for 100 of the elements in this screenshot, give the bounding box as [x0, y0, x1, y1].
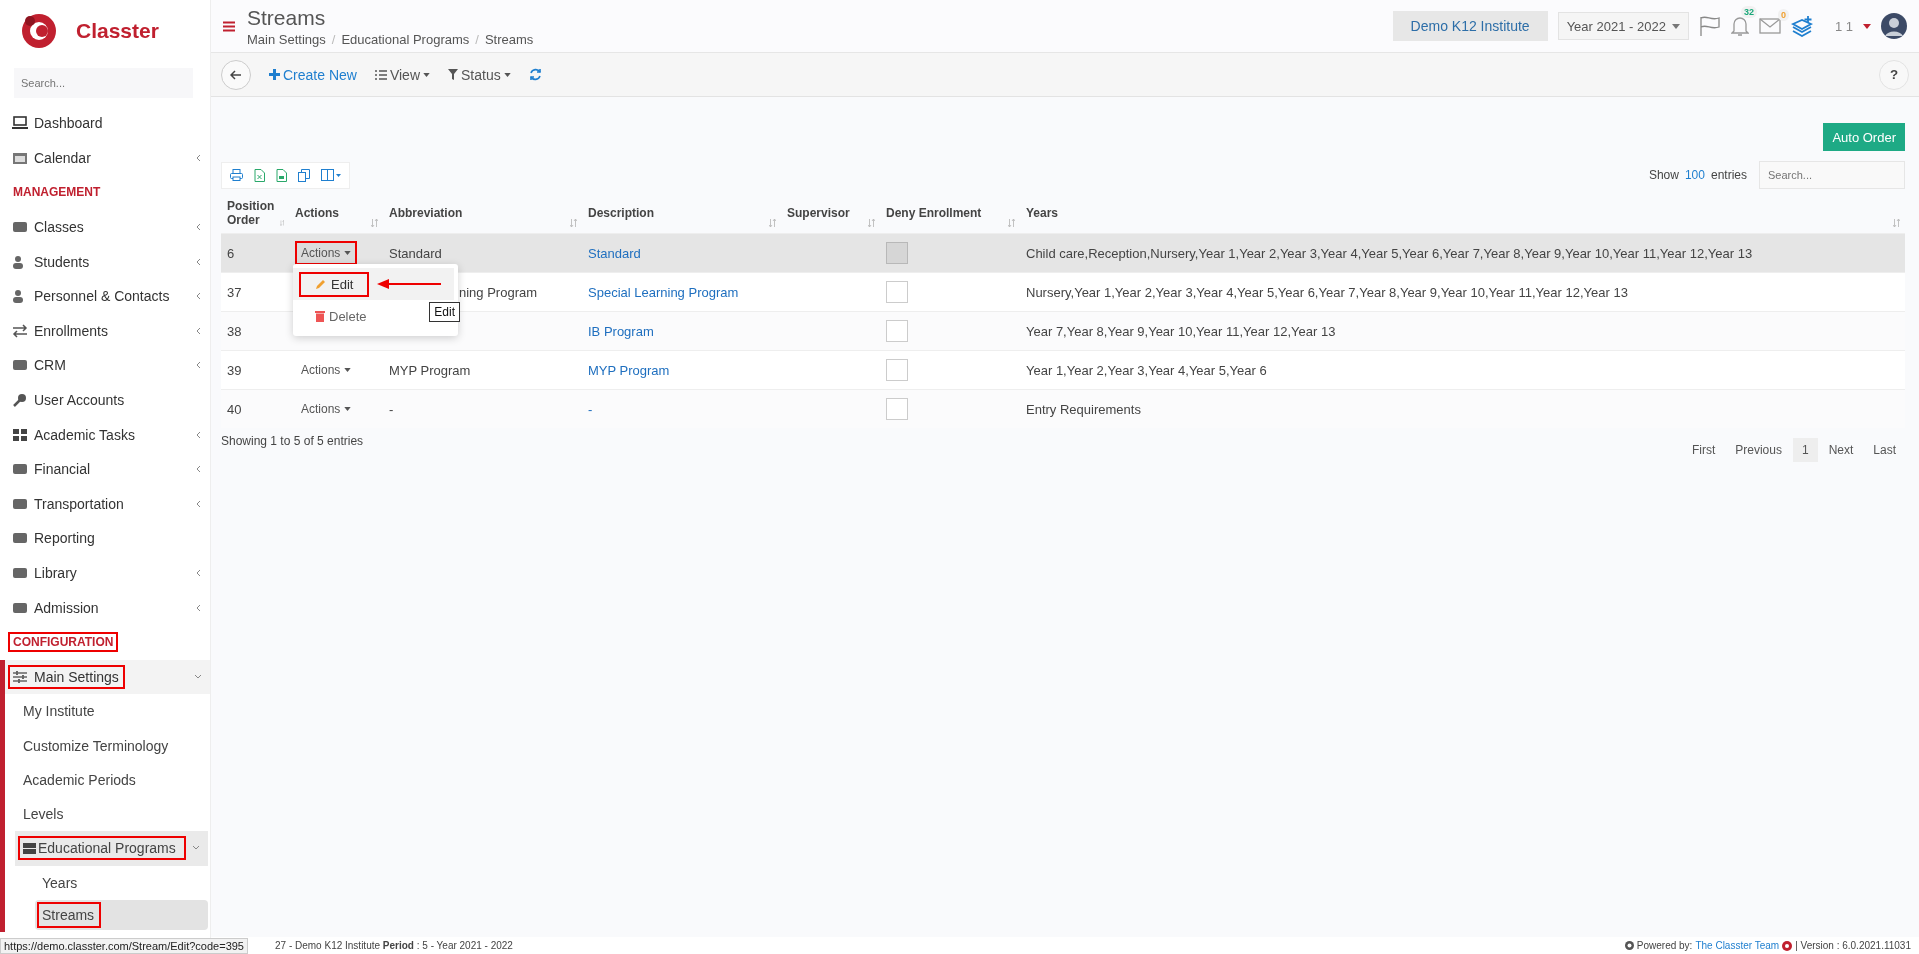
- menu-item[interactable]: Financial: [0, 451, 210, 487]
- checkbox[interactable]: [886, 242, 908, 264]
- section-heading: MANAGEMENT: [12, 184, 102, 202]
- column-header[interactable]: Description: [588, 206, 654, 220]
- trash-icon: [315, 310, 325, 322]
- column-header[interactable]: Actions: [295, 206, 339, 220]
- actions-dropdown[interactable]: Actions: [295, 358, 358, 382]
- submenu-item[interactable]: Customize Terminology: [5, 728, 210, 763]
- pagination-button[interactable]: First: [1682, 438, 1725, 462]
- csv-file-icon[interactable]: [276, 168, 287, 182]
- institute-button[interactable]: Demo K12 Institute: [1392, 11, 1548, 41]
- breadcrumb-link[interactable]: Educational Programs: [341, 31, 470, 47]
- checkbox[interactable]: [886, 281, 908, 303]
- sliders-icon: [12, 669, 28, 684]
- chevron-icon: [194, 223, 202, 232]
- years-cell: Year 7,Year 8,Year 9,Year 10,Year 11,Year 12,Year 13: [1026, 323, 1336, 339]
- table-search-field[interactable]: Search...: [1759, 161, 1905, 189]
- sort-icon[interactable]: [279, 219, 284, 227]
- actions-dropdown[interactable]: Actions: [295, 397, 358, 421]
- calendar-icon: [12, 150, 28, 165]
- description-link[interactable]: -: [588, 401, 593, 417]
- key-icon: [12, 393, 28, 408]
- breadcrumb-link[interactable]: Streams: [484, 31, 534, 47]
- layers-icon[interactable]: [1790, 15, 1813, 37]
- actions-dropdown[interactable]: Actions: [295, 241, 358, 265]
- menu-item[interactable]: Transportation: [0, 486, 210, 522]
- menu-item[interactable]: Academic Tasks: [0, 417, 210, 452]
- position-cell: 38: [227, 323, 242, 339]
- refresh-icon[interactable]: [528, 68, 542, 81]
- submenu-item[interactable]: Levels: [5, 797, 210, 832]
- menu-item[interactable]: Library: [0, 555, 210, 591]
- show-label: Show: [1648, 168, 1679, 182]
- menu-item[interactable]: Students: [0, 244, 210, 279]
- sort-icon[interactable]: [1008, 219, 1015, 227]
- sort-icon[interactable]: [868, 219, 875, 227]
- submenu-item[interactable]: Educational Programs: [15, 831, 208, 866]
- breadcrumb-link[interactable]: Main Settings: [247, 31, 326, 47]
- tooltip: Edit: [429, 302, 460, 322]
- submenu-item[interactable]: Streams: [35, 899, 208, 930]
- menu-icon[interactable]: [223, 20, 235, 32]
- team-link[interactable]: The Classter Team: [1695, 940, 1780, 951]
- bell-icon[interactable]: [1730, 15, 1749, 37]
- chevron-icon: [194, 257, 202, 266]
- menu-item[interactable]: Personnel & Contacts: [0, 278, 210, 314]
- chevron-icon: [194, 361, 202, 370]
- columns-icon[interactable]: [321, 169, 341, 181]
- create-new-button[interactable]: Create New: [269, 66, 357, 83]
- pagination-button[interactable]: Previous: [1726, 438, 1791, 462]
- table-row[interactable]: 39 Actions MYP Program MYP Program Year 1,Year 2,Year 3,Year 4,Year 5,Year 6: [221, 350, 1905, 389]
- table-row[interactable]: 6 Actions Standard Standard Child care,Reception,Nursery,Year 1,Year 2,Year 3,Year 4,Year 5,Year 6,Year 7,Year 8,Year 9,Year 10,Year 11,Year 12,Year 13: [221, 233, 1905, 272]
- mail-icon[interactable]: [1758, 18, 1781, 34]
- abbreviation-cell: ning Program: [459, 284, 538, 300]
- pagination-button[interactable]: 1: [1792, 438, 1818, 462]
- column-header[interactable]: Years: [1026, 206, 1059, 220]
- checkbox[interactable]: [886, 398, 908, 420]
- submenu-item[interactable]: Years: [35, 867, 208, 898]
- description-link[interactable]: IB Program: [588, 323, 654, 339]
- menu-item[interactable]: Classes: [0, 209, 210, 245]
- edit-menu-item[interactable]: Edit: [299, 271, 370, 297]
- logo-icon: [1782, 940, 1793, 951]
- submenu-item[interactable]: Academic Periods: [5, 762, 210, 797]
- menu-item[interactable]: Calendar: [0, 140, 210, 176]
- back-button[interactable]: [221, 59, 251, 90]
- column-header[interactable]: Position Order: [227, 199, 280, 227]
- logo-text: Classter: [76, 19, 159, 43]
- view-dropdown[interactable]: View: [374, 66, 430, 83]
- menu-item[interactable]: Admission: [0, 590, 210, 625]
- sort-icon[interactable]: [769, 219, 776, 227]
- menu-item[interactable]: Reporting: [0, 521, 210, 556]
- caret-icon: [1671, 23, 1680, 29]
- spreadsheet-icon[interactable]: [254, 168, 265, 182]
- flag-icon[interactable]: [1698, 15, 1721, 37]
- pagination-button[interactable]: Next: [1819, 438, 1863, 462]
- menu-item[interactable]: Main Settings: [0, 659, 210, 695]
- sort-icon[interactable]: [570, 219, 577, 227]
- year-dropdown[interactable]: Year 2021 - 2022: [1557, 12, 1689, 40]
- copy-icon[interactable]: [298, 168, 310, 182]
- column-header[interactable]: Deny Enrollment: [886, 206, 982, 220]
- checkbox[interactable]: [886, 359, 908, 381]
- menu-item[interactable]: CRM: [0, 348, 210, 383]
- help-button[interactable]: ?: [1879, 59, 1909, 90]
- sort-icon[interactable]: [1893, 219, 1900, 227]
- checkbox[interactable]: [886, 320, 908, 342]
- submenu-item[interactable]: My Institute: [5, 694, 210, 729]
- status-dropdown[interactable]: Status: [448, 66, 511, 83]
- menu-item[interactable]: Enrollments: [0, 313, 210, 349]
- breadcrumb-separator: /: [475, 31, 479, 47]
- search-field[interactable]: Search...: [14, 68, 193, 98]
- section-heading: CONFIGURATION: [8, 632, 119, 653]
- pagination-button[interactable]: Last: [1864, 438, 1905, 462]
- column-header[interactable]: Abbreviation: [389, 206, 463, 220]
- menu-item[interactable]: Dashboard: [0, 106, 210, 141]
- sort-icon[interactable]: [371, 219, 378, 227]
- description-link[interactable]: Special Learning Program: [588, 284, 739, 300]
- description-link[interactable]: Standard: [588, 245, 641, 261]
- page-size-dropdown[interactable]: 100: [1684, 168, 1705, 182]
- avatar[interactable]: [1881, 13, 1907, 39]
- column-header[interactable]: Supervisor: [787, 206, 850, 220]
- description-link[interactable]: MYP Program: [588, 362, 670, 378]
- menu-item[interactable]: User Accounts: [0, 382, 210, 418]
